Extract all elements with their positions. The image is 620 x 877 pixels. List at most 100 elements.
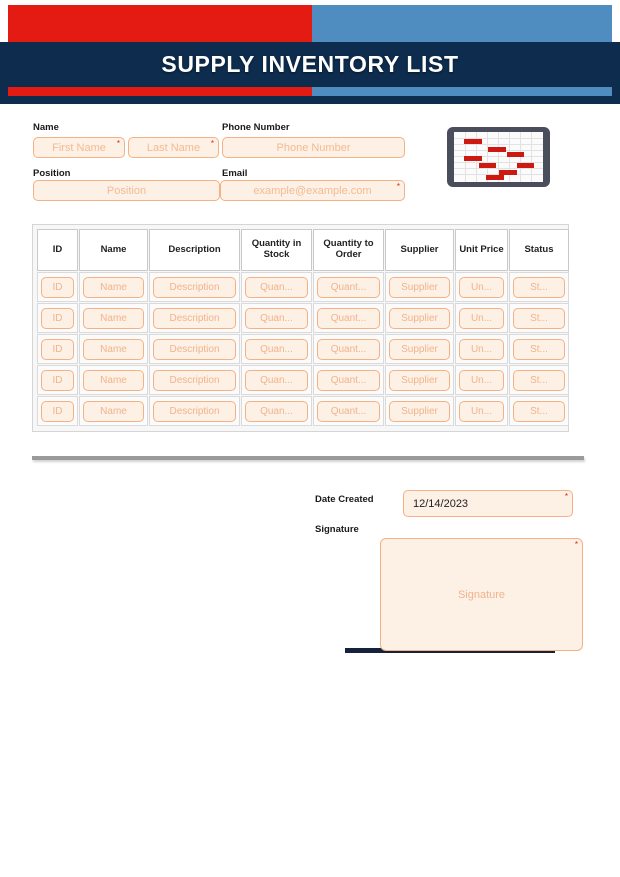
first-name-required-icon: * bbox=[116, 139, 120, 148]
column-header-id: ID bbox=[37, 229, 78, 271]
input-supplier[interactable]: Supplier bbox=[389, 276, 450, 298]
tablet-spreadsheet-icon bbox=[447, 127, 550, 187]
input-unit-price[interactable]: Un... bbox=[459, 307, 504, 329]
column-header-status: Status bbox=[509, 229, 569, 271]
input-description[interactable]: Description bbox=[153, 338, 236, 360]
signature-field[interactable]: Signature * bbox=[380, 538, 583, 651]
banner-bottom-stripe bbox=[8, 87, 612, 96]
banner-top-blue-block bbox=[312, 5, 612, 42]
first-name-field[interactable]: First Name * bbox=[33, 137, 125, 158]
input-quantity-in-stock[interactable]: Quan... bbox=[245, 369, 308, 391]
cell-unit-price: Un... bbox=[455, 272, 508, 302]
section-divider bbox=[32, 456, 584, 460]
input-description[interactable]: Description bbox=[153, 369, 236, 391]
cell-status: St... bbox=[509, 396, 569, 426]
supply-inventory-form-page: SUPPLY INVENTORY LIST Name First Name * … bbox=[0, 0, 620, 877]
banner-bottom-red-block bbox=[8, 87, 312, 96]
input-unit-price[interactable]: Un... bbox=[459, 338, 504, 360]
banner-top-stripe bbox=[8, 5, 612, 42]
cell-name: Name bbox=[79, 272, 148, 302]
input-unit-price[interactable]: Un... bbox=[459, 400, 504, 422]
input-name[interactable]: Name bbox=[83, 400, 144, 422]
cell-description: Description bbox=[149, 396, 240, 426]
input-status[interactable]: St... bbox=[513, 338, 565, 360]
signature-required-icon: * bbox=[574, 540, 578, 549]
last-name-field[interactable]: Last Name * bbox=[128, 137, 219, 158]
cell-id: ID bbox=[37, 334, 78, 364]
input-name[interactable]: Name bbox=[83, 307, 144, 329]
cell-quantity-to-order: Quant... bbox=[313, 365, 384, 395]
input-supplier[interactable]: Supplier bbox=[389, 369, 450, 391]
input-description[interactable]: Description bbox=[153, 307, 236, 329]
position-field[interactable]: Position bbox=[33, 180, 220, 201]
cell-quantity-in-stock: Quan... bbox=[241, 334, 312, 364]
input-quantity-in-stock[interactable]: Quan... bbox=[245, 276, 308, 298]
column-header-quantity-in-stock: Quantity in Stock bbox=[241, 229, 312, 271]
input-quantity-to-order[interactable]: Quant... bbox=[317, 400, 380, 422]
cell-unit-price: Un... bbox=[455, 396, 508, 426]
first-name-placeholder: First Name bbox=[52, 141, 106, 154]
input-name[interactable]: Name bbox=[83, 276, 144, 298]
signature-placeholder: Signature bbox=[457, 588, 506, 601]
cell-id: ID bbox=[37, 303, 78, 333]
input-unit-price[interactable]: Un... bbox=[459, 369, 504, 391]
cell-name: Name bbox=[79, 365, 148, 395]
input-id[interactable]: ID bbox=[41, 307, 74, 329]
last-name-placeholder: Last Name bbox=[146, 141, 201, 154]
cell-description: Description bbox=[149, 365, 240, 395]
input-description[interactable]: Description bbox=[153, 400, 236, 422]
input-name[interactable]: Name bbox=[83, 369, 144, 391]
input-status[interactable]: St... bbox=[513, 400, 565, 422]
cell-id: ID bbox=[37, 272, 78, 302]
input-quantity-to-order[interactable]: Quant... bbox=[317, 338, 380, 360]
inventory-table-container: ID Name Description Quantity in Stock Qu… bbox=[32, 224, 569, 432]
input-quantity-to-order[interactable]: Quant... bbox=[317, 307, 380, 329]
input-unit-price[interactable]: Un... bbox=[459, 276, 504, 298]
cell-status: St... bbox=[509, 303, 569, 333]
table-row: ID Name Description Quan... Quant... Sup… bbox=[37, 396, 569, 426]
input-supplier[interactable]: Supplier bbox=[389, 338, 450, 360]
cell-status: St... bbox=[509, 334, 569, 364]
banner-top-red-block bbox=[8, 5, 312, 42]
cell-quantity-to-order: Quant... bbox=[313, 303, 384, 333]
input-id[interactable]: ID bbox=[41, 400, 74, 422]
cell-status: St... bbox=[509, 365, 569, 395]
input-description[interactable]: Description bbox=[153, 276, 236, 298]
cell-status: St... bbox=[509, 272, 569, 302]
cell-supplier: Supplier bbox=[385, 272, 454, 302]
cell-quantity-in-stock: Quan... bbox=[241, 396, 312, 426]
cell-id: ID bbox=[37, 365, 78, 395]
cell-unit-price: Un... bbox=[455, 334, 508, 364]
email-placeholder: example@example.com bbox=[253, 184, 372, 197]
input-quantity-in-stock[interactable]: Quan... bbox=[245, 400, 308, 422]
inventory-table-body: ID Name Description Quan... Quant... Sup… bbox=[37, 272, 569, 426]
input-name[interactable]: Name bbox=[83, 338, 144, 360]
input-supplier[interactable]: Supplier bbox=[389, 307, 450, 329]
input-id[interactable]: ID bbox=[41, 276, 74, 298]
cell-quantity-in-stock: Quan... bbox=[241, 365, 312, 395]
page-header-banner: SUPPLY INVENTORY LIST bbox=[0, 0, 620, 105]
input-supplier[interactable]: Supplier bbox=[389, 400, 450, 422]
input-id[interactable]: ID bbox=[41, 369, 74, 391]
position-label: Position bbox=[33, 168, 71, 179]
inventory-table: ID Name Description Quantity in Stock Qu… bbox=[36, 228, 570, 427]
column-header-name: Name bbox=[79, 229, 148, 271]
input-status[interactable]: St... bbox=[513, 276, 565, 298]
input-quantity-in-stock[interactable]: Quan... bbox=[245, 307, 308, 329]
input-quantity-to-order[interactable]: Quant... bbox=[317, 276, 380, 298]
input-quantity-in-stock[interactable]: Quan... bbox=[245, 338, 308, 360]
input-id[interactable]: ID bbox=[41, 338, 74, 360]
input-status[interactable]: St... bbox=[513, 369, 565, 391]
cell-quantity-in-stock: Quan... bbox=[241, 303, 312, 333]
position-placeholder: Position bbox=[106, 184, 147, 197]
name-label: Name bbox=[33, 122, 59, 133]
table-row: ID Name Description Quan... Quant... Sup… bbox=[37, 303, 569, 333]
date-created-field[interactable]: 12/14/2023 * bbox=[403, 490, 573, 517]
input-status[interactable]: St... bbox=[513, 307, 565, 329]
email-field[interactable]: example@example.com * bbox=[220, 180, 405, 201]
date-created-value: 12/14/2023 bbox=[413, 497, 469, 510]
cell-unit-price: Un... bbox=[455, 365, 508, 395]
input-quantity-to-order[interactable]: Quant... bbox=[317, 369, 380, 391]
cell-supplier: Supplier bbox=[385, 396, 454, 426]
phone-number-field[interactable]: Phone Number bbox=[222, 137, 405, 158]
